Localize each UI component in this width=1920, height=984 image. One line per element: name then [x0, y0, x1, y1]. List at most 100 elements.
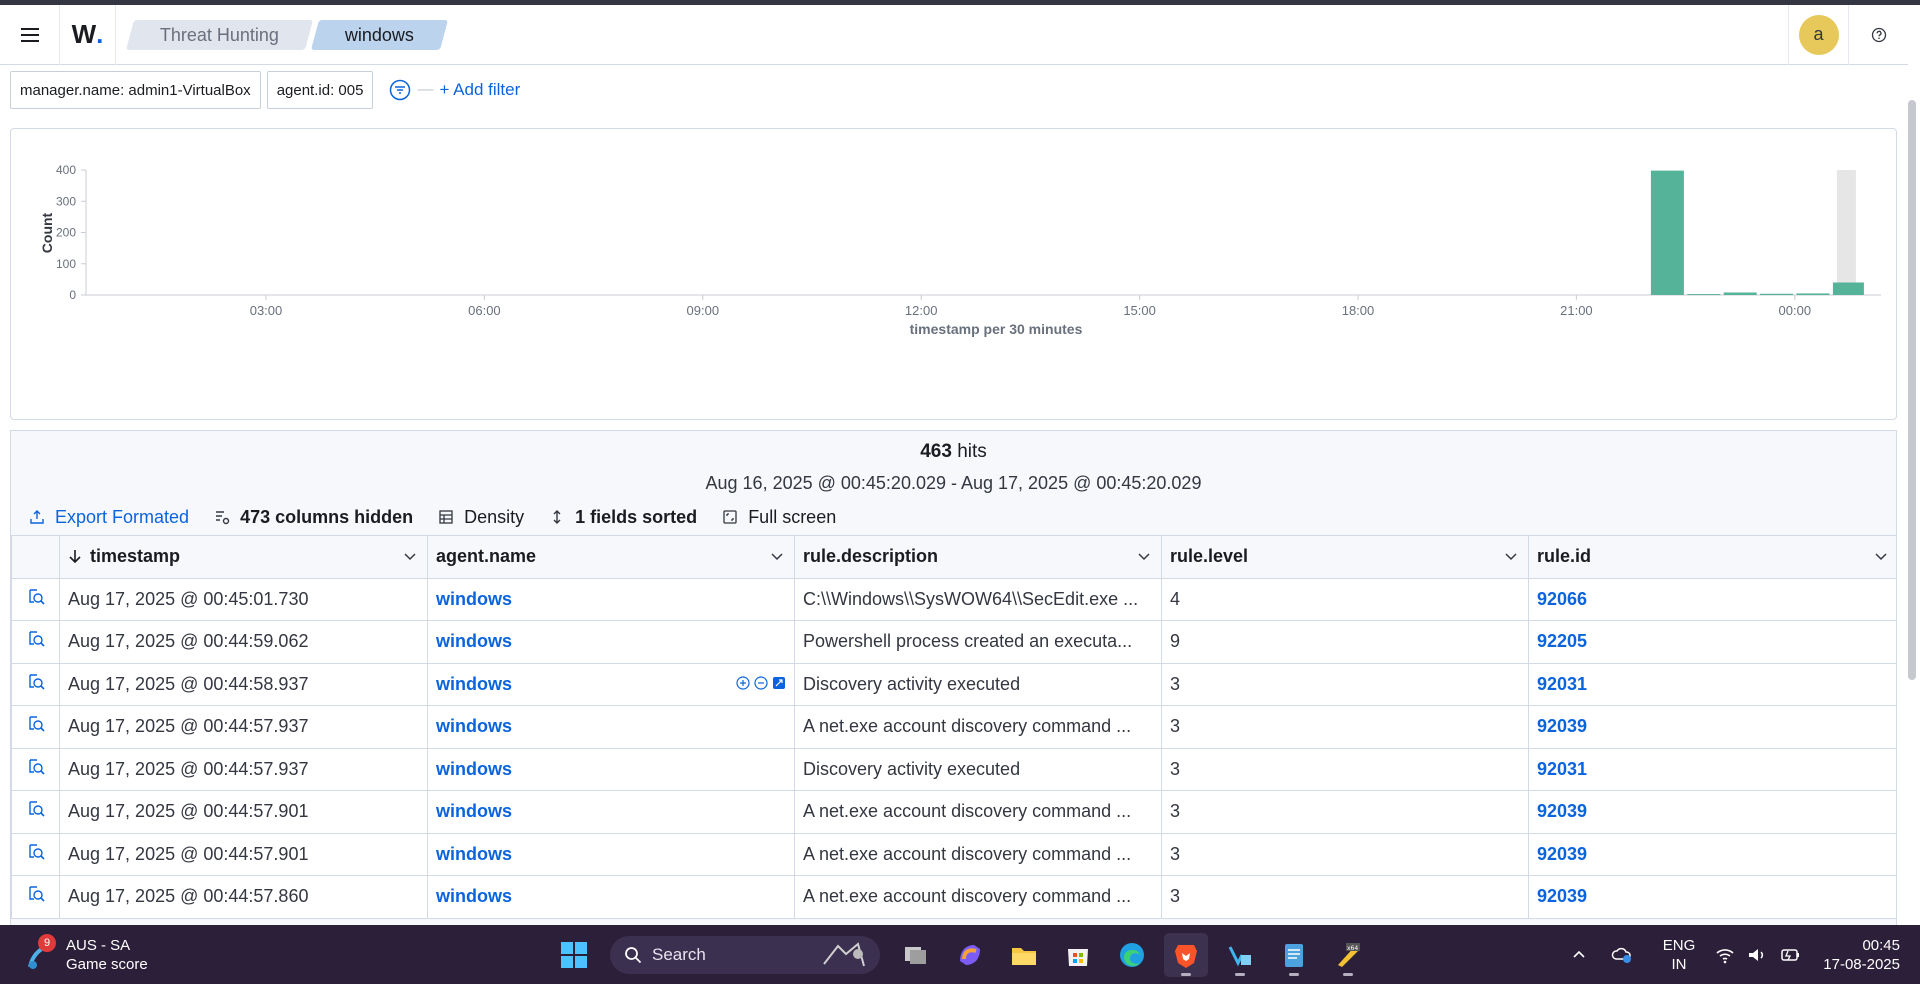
user-avatar[interactable]: a: [1798, 14, 1839, 55]
cell-rule-id[interactable]: 92205: [1528, 620, 1896, 664]
battery-icon[interactable]: [1779, 946, 1801, 964]
system-clock[interactable]: 00:45 17-08-2025: [1823, 936, 1900, 974]
help-button[interactable]: [1848, 4, 1908, 65]
filter-pill-agent[interactable]: agent.id: 005: [266, 71, 374, 109]
inspect-document-icon[interactable]: [27, 758, 45, 776]
copilot-app[interactable]: [948, 933, 992, 977]
start-button[interactable]: [552, 933, 596, 977]
column-header-timestamp[interactable]: timestamp: [59, 535, 428, 579]
table-row[interactable]: Aug 17, 2025 @ 00:44:57.901 windows A ne…: [11, 832, 1896, 876]
column-header-rule-id[interactable]: rule.id: [1528, 535, 1896, 579]
breadcrumb-threat-hunting[interactable]: Threat Hunting: [125, 19, 314, 50]
table-row[interactable]: Aug 17, 2025 @ 00:44:59.062 windows Powe…: [11, 620, 1896, 664]
inspect-document-icon[interactable]: [27, 630, 45, 648]
histogram-chart[interactable]: 0 100 200 300 400 03:00 06:00 09:00 12:00 15:00 18…: [11, 129, 1896, 419]
cell-rule-id[interactable]: 92031: [1528, 662, 1896, 706]
cell-rule-level: 3: [1161, 832, 1529, 876]
density-button[interactable]: Density: [438, 507, 524, 528]
inspect-document-icon[interactable]: [27, 800, 45, 818]
taskbar-search[interactable]: Search: [610, 936, 880, 974]
language-indicator[interactable]: ENG IN: [1663, 936, 1696, 974]
inspect-document-icon[interactable]: [27, 673, 45, 691]
inspect-document-icon[interactable]: [27, 843, 45, 861]
cell-agent-name[interactable]: windows: [427, 662, 795, 706]
store-app[interactable]: [1056, 933, 1100, 977]
column-header-rule-description[interactable]: rule.description: [794, 535, 1162, 579]
fullscreen-icon: [723, 510, 737, 524]
chevron-down-icon[interactable]: [1504, 549, 1518, 563]
filter-pill-manager[interactable]: manager.name: admin1-VirtualBox: [10, 71, 261, 109]
hamburger-icon: [20, 27, 39, 42]
table-row[interactable]: Aug 17, 2025 @ 00:44:57.901 windows A ne…: [11, 790, 1896, 834]
row-inspect-cell[interactable]: [11, 747, 60, 791]
row-inspect-cell[interactable]: [11, 662, 60, 706]
breadcrumb-agent[interactable]: windows: [311, 19, 449, 50]
wifi-icon[interactable]: [1715, 946, 1735, 964]
cell-agent-name[interactable]: windows: [427, 577, 795, 621]
chevron-down-icon[interactable]: [1874, 549, 1888, 563]
row-inspect-cell[interactable]: [11, 577, 60, 621]
inspect-document-icon[interactable]: [27, 715, 45, 733]
cell-agent-name[interactable]: windows: [427, 832, 795, 876]
notepad-app[interactable]: [1272, 933, 1316, 977]
cell-rule-description: A net.exe account discovery command ...: [794, 832, 1162, 876]
cell-agent-name[interactable]: windows: [427, 790, 795, 834]
export-button[interactable]: Export Formated: [29, 507, 189, 528]
sort-desc-icon[interactable]: [68, 549, 82, 564]
cell-rule-id[interactable]: 92039: [1528, 790, 1896, 834]
histogram-bar: [1723, 292, 1757, 295]
x64-app[interactable]: x64: [1326, 933, 1370, 977]
row-inspect-cell[interactable]: [11, 620, 60, 664]
file-explorer-app[interactable]: [1002, 933, 1046, 977]
row-inspect-cell[interactable]: [11, 705, 60, 749]
cell-agent-name[interactable]: windows: [427, 747, 795, 791]
chevron-up-icon[interactable]: [1571, 947, 1587, 963]
row-inspect-cell[interactable]: [11, 832, 60, 876]
x-tick-label: 21:00: [1560, 303, 1593, 318]
cell-rule-id[interactable]: 92039: [1528, 832, 1896, 876]
expand-cell-icon[interactable]: [772, 676, 786, 690]
table-row[interactable]: Aug 17, 2025 @ 00:45:01.730 windows C:\\…: [11, 577, 1896, 621]
app-logo[interactable]: W.: [60, 4, 116, 65]
cell-agent-name[interactable]: windows: [427, 875, 795, 919]
add-filter-button[interactable]: + Add filter: [439, 80, 520, 100]
cell-rule-id[interactable]: 92031: [1528, 747, 1896, 791]
inspect-document-icon[interactable]: [27, 885, 45, 903]
cell-rule-id[interactable]: 92066: [1528, 577, 1896, 621]
volume-icon[interactable]: [1747, 946, 1767, 964]
filter-for-icon[interactable]: [736, 676, 750, 690]
table-row[interactable]: Aug 17, 2025 @ 00:44:57.937 windows Disc…: [11, 747, 1896, 791]
filter-options-icon[interactable]: [389, 79, 411, 101]
row-inspect-cell[interactable]: [11, 875, 60, 919]
filter-out-icon[interactable]: [754, 676, 768, 690]
cell-agent-name[interactable]: windows: [427, 620, 795, 664]
table-row[interactable]: Aug 17, 2025 @ 00:44:58.937 windows Disc…: [11, 662, 1896, 706]
chevron-down-icon[interactable]: [1137, 549, 1151, 563]
table-row[interactable]: Aug 17, 2025 @ 00:44:57.937 windows A ne…: [11, 705, 1896, 749]
vscode-app[interactable]: [1218, 933, 1262, 977]
brave-app[interactable]: [1164, 933, 1208, 977]
chevron-down-icon[interactable]: [403, 549, 417, 563]
inspect-document-icon[interactable]: [27, 588, 45, 606]
cell-rule-id[interactable]: 92039: [1528, 875, 1896, 919]
cell-rule-level: 4: [1161, 577, 1529, 621]
page-scrollbar[interactable]: [1908, 100, 1916, 680]
chevron-down-icon[interactable]: [770, 549, 784, 563]
breadcrumb: Threat Hunting windows: [125, 19, 450, 50]
svg-text:x64: x64: [1347, 945, 1358, 952]
columns-hidden-button[interactable]: 473 columns hidden: [214, 507, 413, 528]
table-row[interactable]: Aug 17, 2025 @ 00:44:57.860 windows A ne…: [11, 875, 1896, 919]
cell-rule-id[interactable]: 92039: [1528, 705, 1896, 749]
sort-fields-button[interactable]: 1 fields sorted: [549, 507, 697, 528]
edge-app[interactable]: [1110, 933, 1154, 977]
menu-toggle-button[interactable]: [0, 4, 60, 65]
cell-rule-level: 3: [1161, 662, 1529, 706]
task-view-button[interactable]: [894, 933, 938, 977]
cloud-sync-icon[interactable]: [1611, 945, 1633, 965]
fullscreen-button[interactable]: Full screen: [722, 507, 836, 528]
cell-agent-name[interactable]: windows: [427, 705, 795, 749]
column-header-rule-level[interactable]: rule.level: [1161, 535, 1529, 579]
row-inspect-cell[interactable]: [11, 790, 60, 834]
column-header-agent-name[interactable]: agent.name: [427, 535, 795, 579]
weather-widget[interactable]: 9 AUS - SA Game score: [24, 933, 224, 974]
